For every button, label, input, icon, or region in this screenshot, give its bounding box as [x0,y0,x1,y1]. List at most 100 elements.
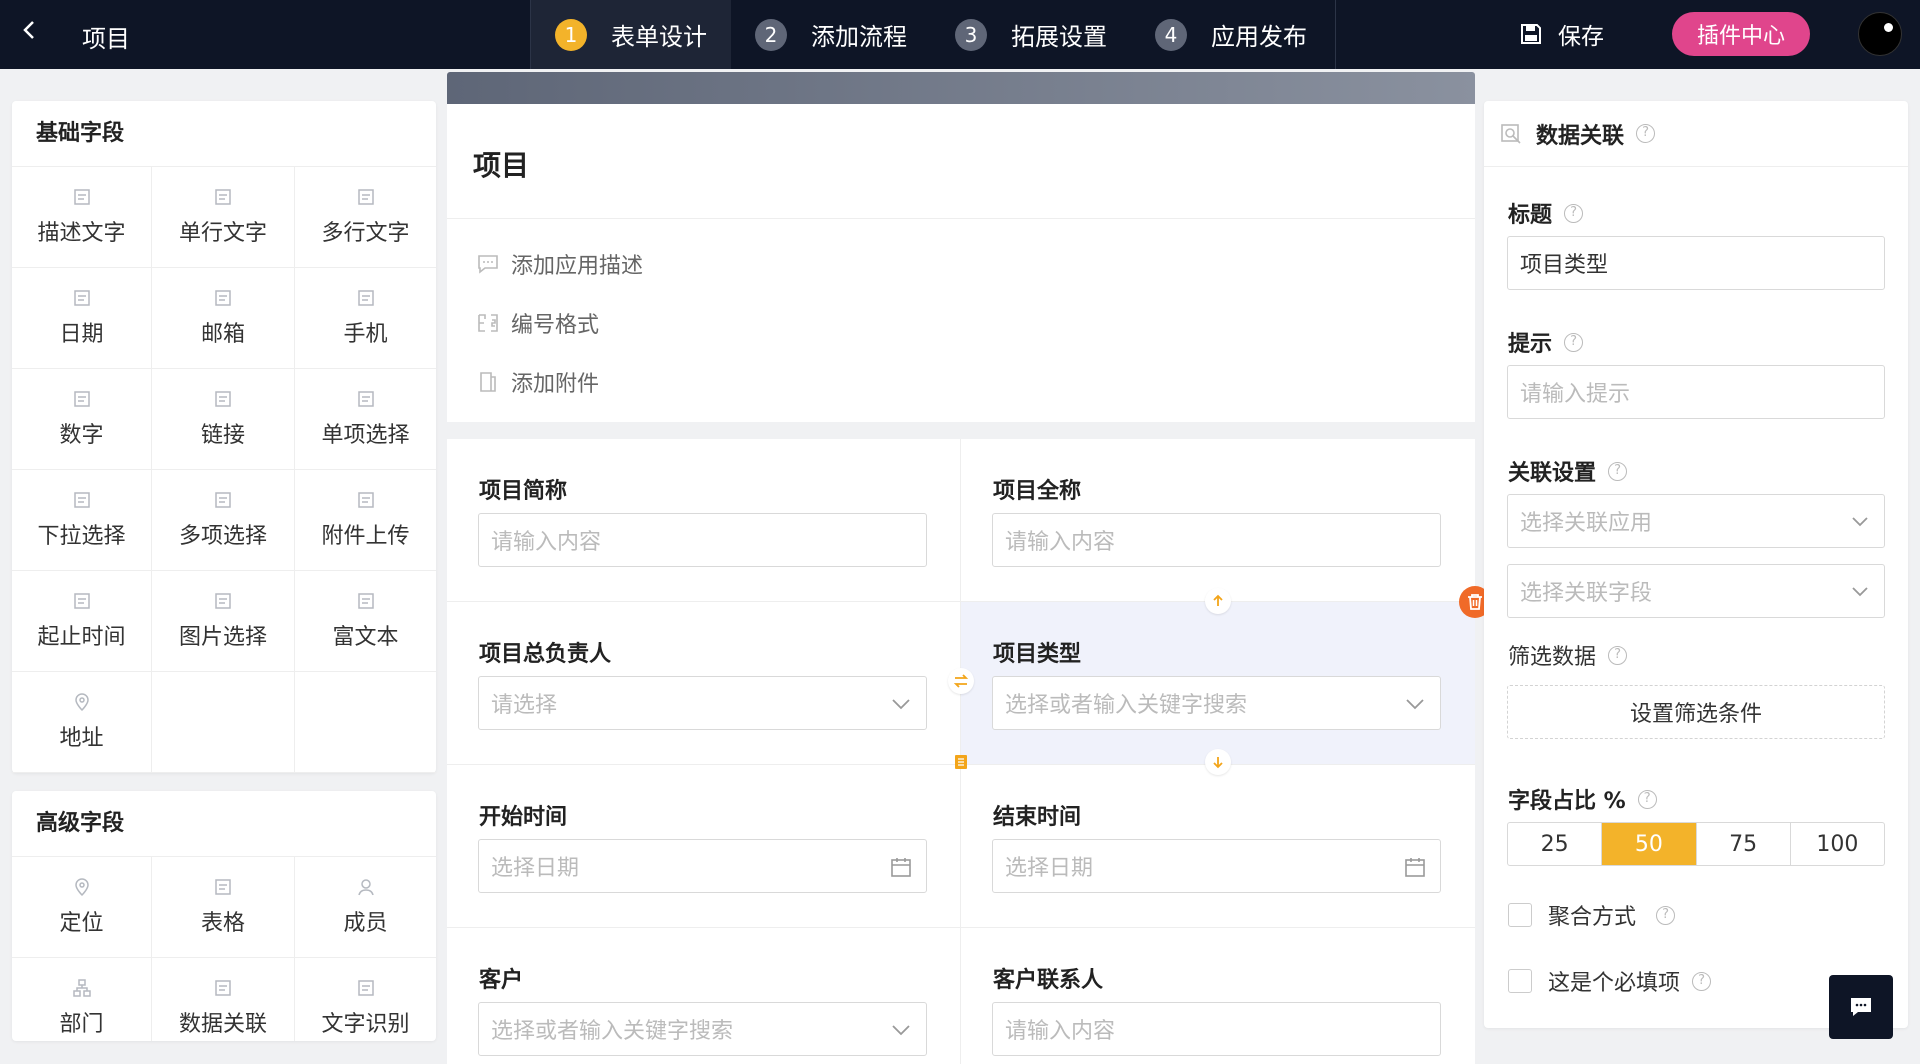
text-input[interactable]: 请输入内容 [992,513,1441,567]
ratio-option-50[interactable]: 50 [1602,823,1697,865]
title-input[interactable]: 项目类型 [1507,236,1885,290]
field-project-short-name[interactable]: 项目简称 请输入内容 [447,439,961,602]
properties-header: 数据关联 ? [1484,101,1908,167]
properties-panel: 数据关联 ? 标题? 项目类型 提示? 请输入提示 关联设置? 选择关联应用 选… [1484,101,1908,1028]
ratio-option-25[interactable]: 25 [1508,823,1603,865]
rich-text-icon [357,593,374,609]
number-format-icon [478,314,498,332]
number-format-option[interactable]: 编号格式 [477,307,599,339]
help-icon[interactable]: ? [1637,789,1657,809]
ratio-option-100[interactable]: 100 [1791,823,1884,865]
field-project-owner[interactable]: 项目总负责人 请选择 [447,602,961,765]
required-checkbox-row[interactable]: 这是个必填项 ? [1508,965,1712,997]
step-nav: 1 表单设计 2 添加流程 3 拓展设置 4 应用发布 [530,0,1336,69]
save-label: 保存 [1558,24,1604,50]
help-icon[interactable]: ? [1608,461,1628,481]
field-project-type[interactable]: 项目类型 选择或者输入关键字搜索 [961,602,1475,765]
field-palette-item[interactable]: 起止时间 [12,571,152,672]
add-attachment-option[interactable]: 添加附件 [477,366,599,398]
field-project-full-name[interactable]: 项目全称 请输入内容 [961,439,1475,602]
avatar[interactable] [1858,12,1902,56]
swap-icon[interactable] [948,668,974,694]
field-palette-item[interactable]: 数据关联 [152,958,295,1041]
field-palette-item[interactable]: 邮箱 [152,268,295,369]
chevron-down-icon [1852,517,1868,527]
link-icon [215,391,231,407]
field-palette-item[interactable]: 成员 [295,857,436,958]
step-publish[interactable]: 4 应用发布 [1131,0,1331,69]
help-icon[interactable]: ? [1564,332,1584,352]
field-palette-item[interactable]: 单项选择 [295,369,436,470]
link-settings-label: 关联设置? [1508,455,1628,487]
field-palette-item[interactable]: 地址 [12,672,152,773]
label-text: 筛选数据 [1508,645,1597,670]
step-number: 3 [955,18,987,51]
field-palette-item[interactable]: 下拉选择 [12,470,152,571]
field-palette-item[interactable]: 多项选择 [152,470,295,571]
field-palette-item[interactable]: 定位 [12,857,152,958]
copy-icon[interactable] [948,749,974,775]
filter-label: 筛选数据? [1508,639,1628,671]
field-palette-item[interactable]: 多行文字 [295,167,436,268]
set-filter-button[interactable]: 设置筛选条件 [1507,685,1885,739]
field-palette-item[interactable]: 描述文字 [12,167,152,268]
field-palette-item[interactable]: 富文本 [295,571,436,672]
form-title[interactable]: 项目 [473,144,529,184]
field-end-time[interactable]: 结束时间 选择日期 [961,765,1475,928]
divider [447,218,1475,219]
field-palette-item[interactable]: 文字识别 [295,958,436,1041]
calendar-icon [1405,858,1425,877]
text-input[interactable]: 请输入内容 [992,1002,1441,1056]
select-input[interactable]: 选择或者输入关键字搜索 [992,676,1441,730]
field-palette-item[interactable]: 手机 [295,268,436,369]
field-palette-item[interactable]: 附件上传 [295,470,436,571]
help-icon[interactable]: ? [1636,124,1656,143]
placeholder: 选择关联字段 [1520,581,1653,606]
field-start-time[interactable]: 开始时间 选择日期 [447,765,961,928]
ratio-option-75[interactable]: 75 [1697,823,1791,865]
properties-title: 数据关联 [1536,123,1625,149]
step-form-design[interactable]: 1 表单设计 [531,0,731,69]
table-icon [215,879,231,895]
step-add-flow[interactable]: 2 添加流程 [731,0,931,69]
palette-item-label: 多项选择 [178,524,267,549]
hint-input[interactable]: 请输入提示 [1507,365,1885,419]
field-palette-item[interactable]: 链接 [152,369,295,470]
field-palette-item[interactable]: 日期 [12,268,152,369]
select-input[interactable]: 选择或者输入关键字搜索 [478,1002,927,1056]
move-down-icon[interactable] [1205,749,1231,775]
help-icon[interactable]: ? [1656,905,1676,925]
option-label: 添加应用描述 [511,254,644,279]
field-palette-item[interactable]: 部门 [12,958,152,1041]
field-label: 项目全称 [993,479,1082,504]
aggregate-checkbox[interactable] [1508,903,1532,927]
field-palette-item[interactable]: 表格 [152,857,295,958]
date-input[interactable]: 选择日期 [478,839,927,893]
step-extend-settings[interactable]: 3 拓展设置 [931,0,1131,69]
link-field-select[interactable]: 选择关联字段 [1507,564,1885,618]
plugin-center-button[interactable]: 插件中心 [1672,12,1810,56]
field-customer[interactable]: 客户 选择或者输入关键字搜索 [447,928,961,1064]
field-customer-contact[interactable]: 客户联系人 请输入内容 [961,928,1475,1064]
field-palette-item[interactable]: 单行文字 [152,167,295,268]
calendar-icon [891,858,911,877]
field-label: 客户 [479,968,524,993]
field-palette-item[interactable]: 数字 [12,369,152,470]
aggregate-checkbox-row[interactable]: 聚合方式 ? [1508,899,1676,931]
form-banner [447,72,1475,104]
help-icon[interactable]: ? [1608,645,1628,665]
move-up-icon[interactable] [1205,588,1231,614]
save-button[interactable]: 保存 [1520,17,1604,51]
link-app-select[interactable]: 选择关联应用 [1507,494,1885,548]
required-checkbox[interactable] [1508,969,1532,993]
calendar-icon [73,290,90,306]
text-input[interactable]: 请输入内容 [478,513,927,567]
chat-button[interactable] [1829,975,1893,1039]
help-icon[interactable]: ? [1564,203,1584,223]
chevron-left-icon[interactable] [22,18,36,48]
select-input[interactable]: 请选择 [478,676,927,730]
add-description-option[interactable]: 添加应用描述 [477,248,643,280]
help-icon[interactable]: ? [1692,971,1712,991]
date-input[interactable]: 选择日期 [992,839,1441,893]
field-palette-item[interactable]: 图片选择 [152,571,295,672]
